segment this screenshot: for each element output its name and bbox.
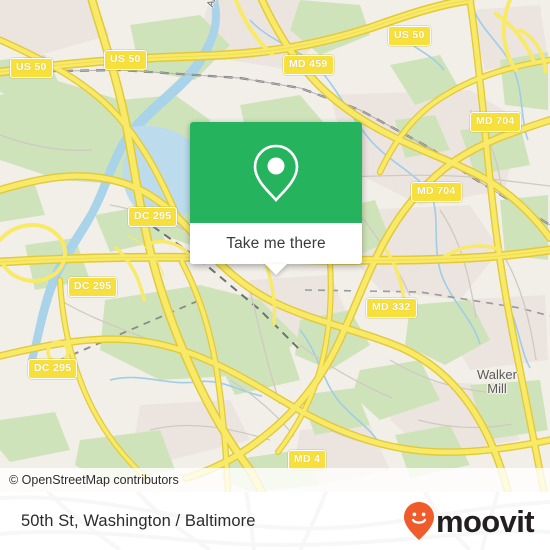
road-shield-us-50-east: US 50 [388, 26, 431, 46]
moovit-brand-logo[interactable]: moovit [403, 502, 535, 540]
moovit-map-screenshot: US 50 US 50 US 50 MD 459 MD 704 MD 704 DC 295 D… [0, 0, 550, 550]
road-shield-us-50-west: US 50 [10, 58, 53, 78]
road-shield-md-332: MD 332 [366, 298, 417, 318]
road-shield-md-459: MD 459 [283, 55, 334, 75]
map-pin-icon [253, 144, 299, 202]
road-shield-md-704-north: MD 704 [470, 112, 521, 132]
moovit-smiley-pin-icon [403, 502, 434, 540]
location-title: 50th St, Washington / Baltimore [21, 511, 256, 530]
location-callout-card[interactable]: Take me there [190, 122, 362, 275]
map-canvas[interactable]: US 50 US 50 US 50 MD 459 MD 704 MD 704 DC 295 D… [0, 0, 550, 492]
road-shield-dc-295-north: DC 295 [128, 207, 178, 227]
attribution-text[interactable]: © OpenStreetMap contributors [0, 473, 179, 487]
road-shield-md-704-south: MD 704 [411, 182, 462, 202]
map-attribution-bar: © OpenStreetMap contributors [0, 468, 550, 492]
footer-bar: 50th St, Washington / Baltimore moovit [0, 492, 550, 550]
road-shield-md-4: MD 4 [288, 450, 327, 470]
take-me-there-label: Take me there [226, 234, 326, 252]
moovit-wordmark: moovit [435, 503, 535, 539]
road-shield-us-50-center: US 50 [104, 50, 147, 70]
callout-action-panel[interactable]: Take me there [190, 223, 362, 264]
callout-pointer-tail [265, 264, 287, 275]
road-shield-dc-295-south: DC 295 [28, 359, 78, 379]
callout-icon-panel [190, 122, 362, 223]
road-shield-dc-295-middle: DC 295 [68, 277, 118, 297]
place-label-walker-mill: Walker Mill [477, 367, 517, 396]
